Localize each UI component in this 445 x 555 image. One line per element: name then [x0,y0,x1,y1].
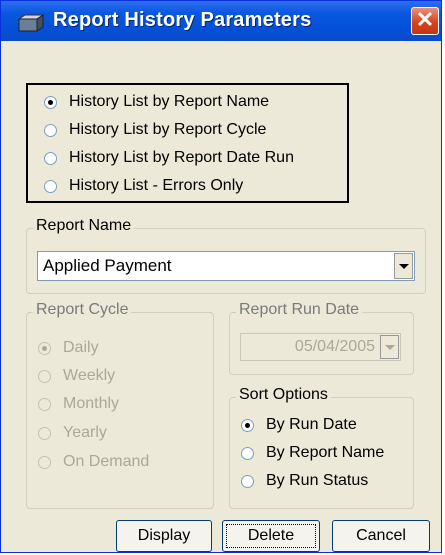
option-label: Weekly [63,367,116,384]
history-list-options: History List by Report Name History List… [26,83,349,203]
radio-button[interactable] [38,397,51,411]
chevron-down-icon [384,344,395,350]
radio-button[interactable] [44,179,57,193]
report-name-value: Applied Payment [43,256,172,275]
sort-options-group: Sort Options By Run Date By Report Name … [229,386,414,509]
radio-button[interactable] [38,455,51,469]
chevron-down-icon [398,263,409,269]
sort-option-by-run-status[interactable]: By Run Status [241,470,368,492]
option-label: History List by Report Name [69,93,270,110]
cycle-option-weekly[interactable]: Weekly [38,365,115,387]
report-icon [17,14,45,32]
history-option-by-report-cycle[interactable]: History List by Report Cycle [44,119,266,141]
sort-option-by-report-name[interactable]: By Report Name [241,442,384,464]
history-option-by-date-run[interactable]: History List by Report Date Run [44,147,294,169]
close-icon: ✕ [415,7,435,32]
radio-button[interactable] [241,446,254,460]
radio-button[interactable] [241,474,254,488]
report-cycle-group: Report Cycle Daily Weekly Monthly Yearly… [26,301,214,509]
report-run-date-legend: Report Run Date [236,301,363,319]
radio-button[interactable] [44,123,57,137]
radio-button[interactable] [38,369,51,383]
option-label: By Run Date [266,416,357,433]
history-option-by-report-name[interactable]: History List by Report Name [44,91,269,113]
option-label: By Report Name [266,444,385,461]
report-run-date-select[interactable]: 05/04/2005 [240,333,401,361]
sort-options-legend: Sort Options [236,386,331,404]
report-run-date-group: Report Run Date 05/04/2005 [229,301,414,375]
radio-button[interactable] [241,418,254,432]
window-title: Report History Parameters [53,9,312,31]
option-label: By Run Status [266,472,369,489]
delete-button[interactable]: Delete [222,520,320,552]
report-name-legend: Report Name [33,217,135,235]
cancel-button[interactable]: Cancel [332,520,430,552]
title-bar[interactable]: Report History Parameters ✕ [1,1,441,41]
option-label: Daily [63,339,99,356]
option-label: Yearly [63,424,107,441]
cycle-option-on-demand[interactable]: On Demand [38,451,149,473]
radio-button[interactable] [38,426,51,440]
option-label: History List by Report Date Run [69,149,294,166]
display-button[interactable]: Display [116,520,212,552]
option-label: Monthly [63,395,120,412]
history-option-errors-only[interactable]: History List - Errors Only [44,175,243,197]
radio-button[interactable] [44,151,57,165]
sort-option-by-run-date[interactable]: By Run Date [241,414,357,436]
close-button[interactable]: ✕ [411,7,439,35]
option-label: On Demand [63,453,150,470]
report-name-select[interactable]: Applied Payment [37,251,415,281]
report-run-date-value: 05/04/2005 [294,338,375,355]
cycle-option-monthly[interactable]: Monthly [38,393,119,415]
option-label: History List by Report Cycle [69,121,267,138]
cycle-option-yearly[interactable]: Yearly [38,422,107,444]
dropdown-button[interactable] [380,335,399,359]
report-name-group: Report Name Applied Payment [26,217,426,294]
option-label: History List - Errors Only [69,177,244,194]
radio-button[interactable] [44,95,57,109]
report-history-dialog: Report History Parameters ✕ History List… [0,0,442,553]
cycle-option-daily[interactable]: Daily [38,337,99,359]
radio-button[interactable] [38,341,51,355]
dropdown-button[interactable] [394,253,413,279]
report-cycle-legend: Report Cycle [33,301,132,319]
